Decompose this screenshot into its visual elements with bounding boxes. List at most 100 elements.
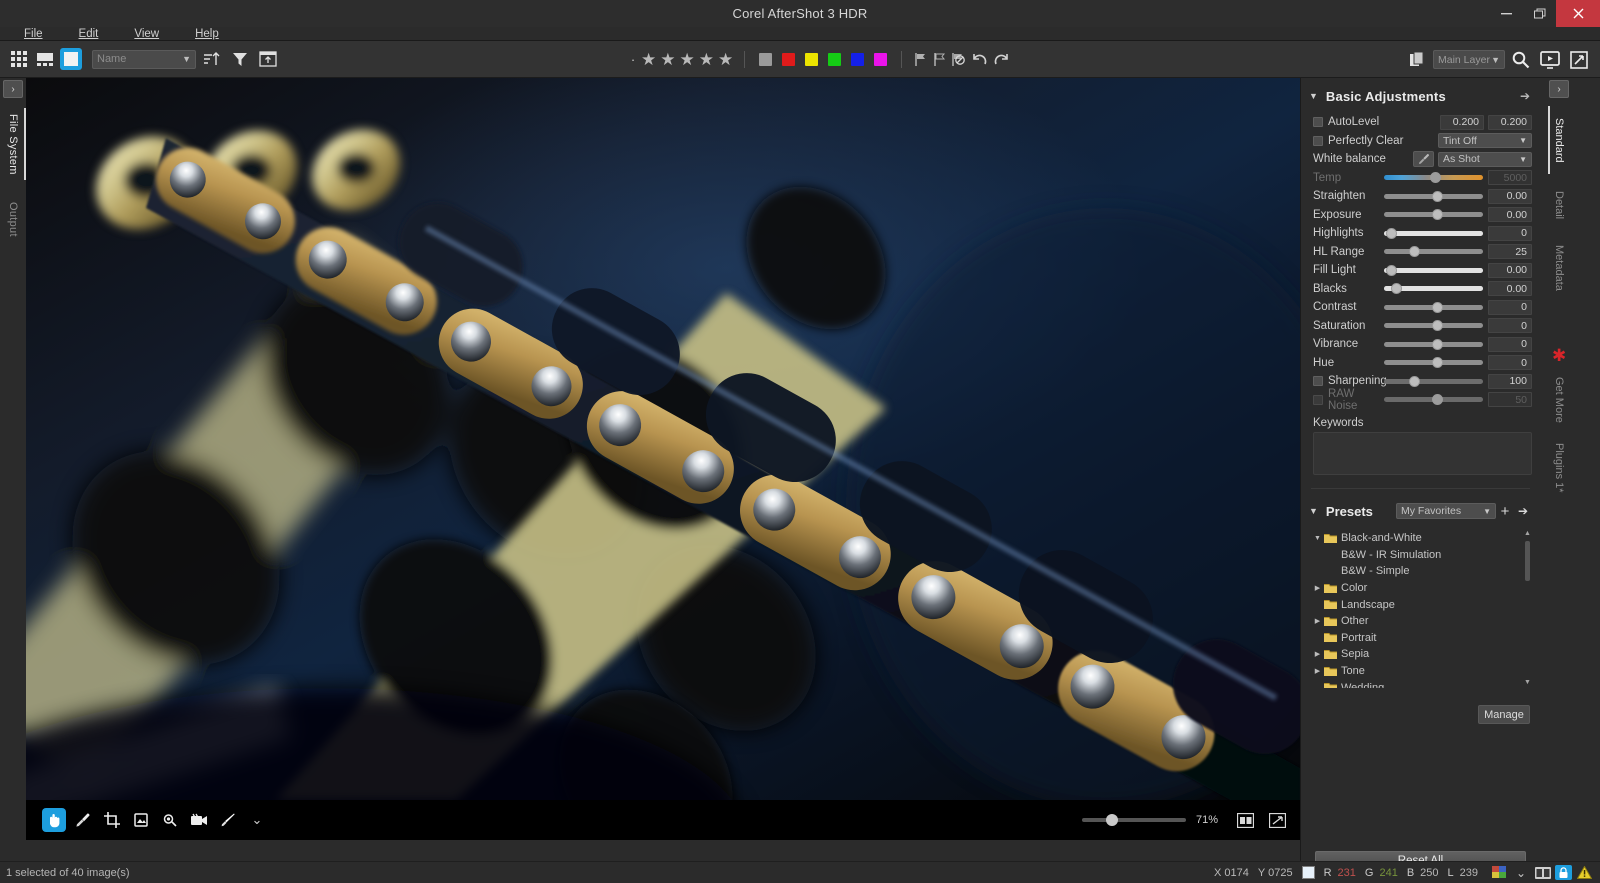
left-rail-expand-button[interactable]: › (3, 80, 23, 98)
color-label-magenta[interactable] (874, 53, 888, 66)
white-balance-select[interactable]: As Shot ▼ (1438, 151, 1532, 167)
chevron-right-icon[interactable]: ▶ (1311, 650, 1324, 658)
flag-outline-icon[interactable] (930, 49, 949, 71)
right-tab-get-more[interactable]: Get More (1548, 368, 1570, 432)
slider-knob[interactable] (1431, 357, 1443, 369)
slideshow-icon[interactable] (1537, 48, 1563, 72)
adjust-value[interactable]: 25 (1488, 244, 1532, 260)
chevron-right-icon[interactable]: ▶ (1311, 617, 1324, 625)
rating-star-4[interactable]: ★ (697, 51, 716, 68)
rating-star-5[interactable]: ★ (716, 51, 735, 68)
adjust-slider[interactable] (1384, 355, 1483, 371)
redeye-tool-icon[interactable] (158, 808, 182, 832)
warning-icon[interactable] (1574, 865, 1594, 881)
more-tools-chevron-icon[interactable]: ⌄ (245, 808, 269, 832)
autolevel-value-1[interactable]: 0.200 (1440, 114, 1484, 130)
color-profile-icon[interactable] (1489, 865, 1509, 881)
add-preset-icon[interactable]: + (1496, 503, 1514, 520)
adjust-value[interactable]: 0 (1488, 355, 1532, 371)
adjust-slider[interactable] (1384, 188, 1483, 204)
slider-knob[interactable] (1431, 209, 1443, 221)
slider-knob[interactable] (1385, 264, 1397, 276)
chevron-right-icon[interactable]: ▶ (1311, 667, 1324, 675)
chevron-right-icon[interactable]: ▶ (1311, 584, 1324, 592)
preset-folder[interactable]: Wedding (1311, 679, 1534, 688)
pin-icon[interactable]: ➔ (1520, 89, 1530, 103)
adjust-slider[interactable] (1384, 336, 1483, 352)
slider-knob[interactable] (1431, 338, 1443, 350)
minimize-button[interactable] (1490, 0, 1523, 27)
sharpening-checkbox[interactable] (1313, 376, 1323, 387)
adjust-slider[interactable] (1384, 207, 1483, 223)
zoom-slider-knob[interactable] (1106, 814, 1118, 826)
menu-help[interactable]: Help (189, 28, 225, 40)
search-icon[interactable] (1508, 48, 1534, 72)
restore-button[interactable] (1523, 0, 1556, 27)
keywords-input[interactable] (1313, 432, 1532, 475)
slider-knob[interactable] (1390, 283, 1402, 295)
right-tab-metadata[interactable]: Metadata (1548, 234, 1570, 302)
preset-item[interactable]: B&W - Simple (1311, 563, 1534, 580)
preset-folder[interactable]: Portrait (1311, 630, 1534, 647)
crop-tool-icon[interactable] (100, 808, 124, 832)
flag-pick-icon[interactable] (911, 49, 930, 71)
color-label-red[interactable] (782, 53, 796, 66)
preset-item[interactable]: B&W - IR Simulation (1311, 547, 1534, 564)
chevron-down-icon[interactable]: ▼ (1311, 535, 1324, 542)
rating-zero-button[interactable]: · (627, 52, 639, 67)
preset-folder[interactable]: Landscape (1311, 596, 1534, 613)
sort-field-select[interactable]: Name ▼ (92, 49, 196, 69)
preset-folder[interactable]: ▼ Black-and-White (1311, 530, 1534, 547)
close-button[interactable] (1556, 0, 1600, 27)
redo-icon[interactable] (990, 49, 1012, 71)
adjust-slider[interactable] (1384, 244, 1483, 260)
eyedropper-tool-icon[interactable] (71, 808, 95, 832)
adjust-value[interactable]: 0 (1488, 225, 1532, 241)
adjust-value[interactable]: 0 (1488, 336, 1532, 352)
presets-collapse-icon[interactable]: ▼ (1309, 506, 1318, 516)
menu-file[interactable]: File (18, 28, 49, 40)
slider-knob[interactable] (1429, 172, 1441, 184)
scroll-up-icon[interactable]: ▲ (1523, 530, 1532, 539)
adjust-value[interactable]: 0.00 (1488, 207, 1532, 223)
eyedropper-icon[interactable] (1413, 151, 1434, 168)
autolevel-value-2[interactable]: 0.200 (1488, 114, 1532, 130)
hand-tool-icon[interactable] (42, 808, 66, 832)
presets-tree[interactable]: ▼ Black-and-White B&W - IR Simulation B&W -… (1311, 530, 1534, 688)
filter-icon[interactable] (228, 47, 252, 71)
adjust-slider[interactable] (1384, 170, 1483, 186)
display-icon[interactable] (1533, 865, 1553, 881)
adjust-value[interactable]: 0.00 (1488, 262, 1532, 278)
preset-folder[interactable]: ▶ Sepia (1311, 646, 1534, 663)
basic-adjustments-header[interactable]: ▼ Basic Adjustments ➔ (1301, 83, 1540, 109)
rating-star-2[interactable]: ★ (658, 51, 677, 68)
adjust-value[interactable]: 0 (1488, 318, 1532, 334)
right-tab-standard[interactable]: Standard (1548, 104, 1570, 176)
copy-layer-icon[interactable] (1406, 48, 1430, 72)
color-label-blue[interactable] (851, 53, 865, 66)
slider-knob[interactable] (1431, 301, 1443, 313)
filmstrip-view-icon[interactable] (34, 48, 56, 70)
manage-presets-button[interactable]: Manage (1478, 705, 1530, 724)
right-rail-expand-button[interactable]: › (1549, 80, 1569, 98)
rating-star-3[interactable]: ★ (678, 51, 697, 68)
preset-folder[interactable]: ▶ Other (1311, 613, 1534, 630)
expand-view-icon[interactable] (1266, 810, 1288, 830)
preset-folder[interactable]: ▶ Tone (1311, 663, 1534, 680)
perfectly-clear-checkbox[interactable] (1313, 135, 1323, 146)
autolevel-checkbox[interactable] (1313, 117, 1323, 128)
clone-stamp-tool-icon[interactable] (129, 808, 153, 832)
slider-knob[interactable] (1431, 320, 1443, 332)
brush-tool-icon[interactable] (216, 808, 240, 832)
raw-noise-slider[interactable] (1384, 392, 1483, 408)
color-label-none[interactable] (759, 53, 773, 66)
rating-star-1[interactable]: ★ (639, 51, 658, 68)
slider-knob[interactable] (1408, 246, 1420, 258)
menu-edit[interactable]: Edit (73, 28, 105, 40)
fullscreen-icon[interactable] (1566, 48, 1592, 72)
sharpening-slider[interactable] (1384, 373, 1483, 389)
menu-view[interactable]: View (128, 28, 165, 40)
slider-knob[interactable] (1385, 227, 1397, 239)
slider-knob[interactable] (1431, 190, 1443, 202)
sharpening-value[interactable]: 100 (1488, 373, 1532, 389)
